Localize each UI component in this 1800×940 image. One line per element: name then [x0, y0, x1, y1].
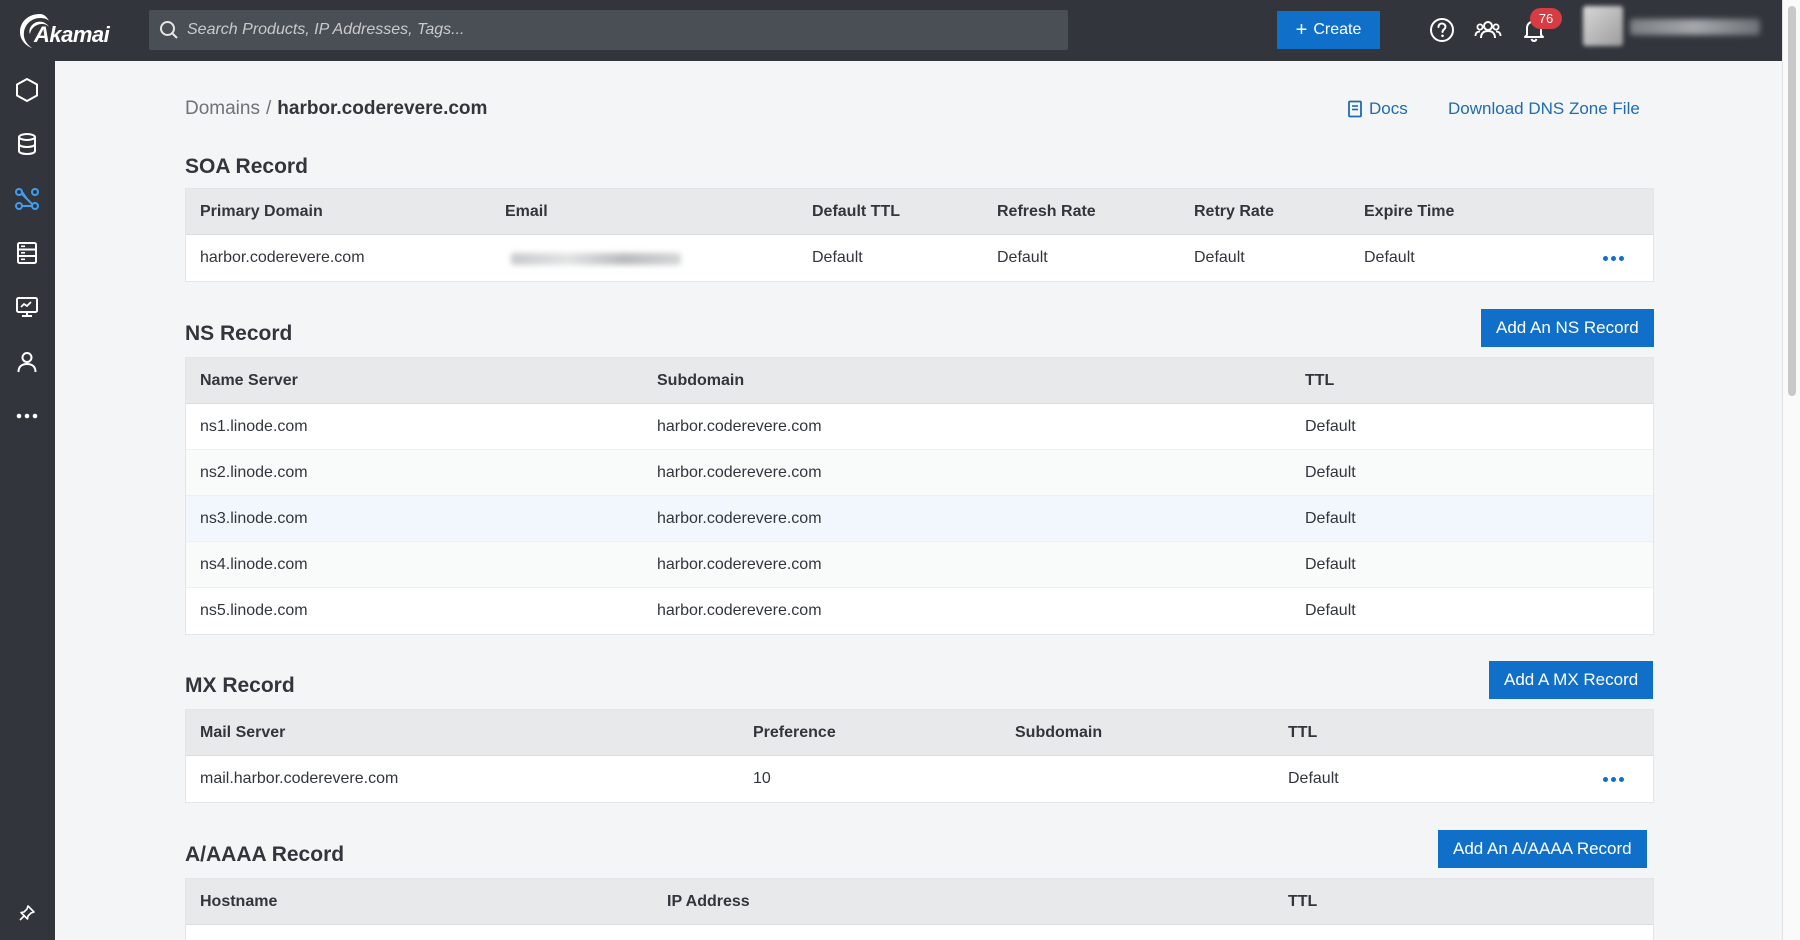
- main-content: Domains / harbor.coderevere.com Docs Dow…: [55, 61, 1782, 940]
- column-header[interactable]: Name Server: [200, 358, 298, 404]
- breadcrumb-separator: /: [265, 98, 272, 119]
- pin-icon[interactable]: [12, 898, 42, 928]
- book-icon: [1348, 100, 1362, 118]
- docs-label: Docs: [1369, 99, 1408, 118]
- subdomain-cell: harbor.coderevere.com: [657, 602, 822, 619]
- monitor-icon[interactable]: [12, 292, 42, 322]
- akamai-logo[interactable]: Akamai: [16, 10, 116, 50]
- preference-cell: 10: [753, 770, 771, 787]
- scrollbar-thumb[interactable]: [1788, 6, 1796, 396]
- download-dns-zone-link[interactable]: Download DNS Zone File: [1448, 99, 1640, 119]
- avatar[interactable]: [1583, 6, 1623, 46]
- breadcrumb-domains-link[interactable]: Domains: [185, 98, 260, 120]
- column-header[interactable]: Default TTL: [812, 189, 900, 235]
- column-header[interactable]: Mail Server: [200, 710, 285, 756]
- table-row: [186, 925, 1653, 940]
- add-ns-record-button[interactable]: Add An NS Record: [1481, 309, 1654, 347]
- name-server-cell: ns3.linode.com: [200, 510, 308, 527]
- column-header[interactable]: Retry Rate: [1194, 189, 1274, 235]
- server-icon[interactable]: [12, 238, 42, 268]
- table-row: ns1.linode.com harbor.coderevere.com Def…: [186, 404, 1653, 450]
- row-actions-menu-icon[interactable]: [1599, 756, 1627, 802]
- mx-section-title: MX Record: [185, 674, 295, 697]
- notification-badge: 76: [1530, 8, 1562, 29]
- table-row: mail.harbor.coderevere.com 10 Default: [186, 756, 1653, 802]
- default-ttl-cell: Default: [812, 249, 863, 266]
- table-header: Mail Server Preference Subdomain TTL: [186, 710, 1653, 756]
- a-aaaa-section-title: A/AAAA Record: [185, 843, 345, 866]
- table-row: ns3.linode.com harbor.coderevere.com Def…: [186, 496, 1653, 542]
- create-button[interactable]: + Create: [1277, 11, 1380, 49]
- add-mx-record-button[interactable]: Add A MX Record: [1489, 661, 1654, 699]
- search-icon: [160, 21, 178, 39]
- primary-domain-cell: harbor.coderevere.com: [200, 249, 365, 266]
- ttl-cell: Default: [1305, 556, 1356, 573]
- plus-icon: +: [1295, 19, 1308, 41]
- more-icon[interactable]: [12, 401, 42, 431]
- hexagon-icon[interactable]: [12, 75, 42, 105]
- column-header[interactable]: TTL: [1288, 879, 1317, 925]
- mail-server-cell: mail.harbor.coderevere.com: [200, 770, 399, 787]
- user-icon[interactable]: [12, 347, 42, 377]
- breadcrumb: Domains / harbor.coderevere.com: [185, 98, 487, 120]
- network-icon[interactable]: [12, 184, 42, 214]
- table-row: ns5.linode.com harbor.coderevere.com Def…: [186, 588, 1653, 634]
- table-row: harbor.coderevere.com Default Default De…: [186, 235, 1653, 281]
- top-bar: Akamai + Create 76: [0, 0, 1782, 61]
- left-nav: [0, 61, 55, 940]
- community-icon[interactable]: [1474, 16, 1502, 44]
- user-menu[interactable]: [1630, 19, 1760, 35]
- ttl-cell: Default: [1305, 602, 1356, 619]
- docs-link[interactable]: Docs: [1347, 99, 1408, 119]
- column-header[interactable]: Email: [505, 189, 548, 235]
- name-server-cell: ns5.linode.com: [200, 602, 308, 619]
- table-header: Primary Domain Email Default TTL Refresh…: [186, 189, 1653, 235]
- table-row: ns4.linode.com harbor.coderevere.com Def…: [186, 542, 1653, 588]
- table-header: Name Server Subdomain TTL: [186, 358, 1653, 404]
- search-input[interactable]: [187, 10, 1047, 50]
- name-server-cell: ns2.linode.com: [200, 464, 308, 481]
- a-aaaa-table: Hostname IP Address TTL: [185, 878, 1654, 940]
- column-header[interactable]: IP Address: [667, 879, 750, 925]
- page-scrollbar[interactable]: [1782, 0, 1800, 940]
- column-header[interactable]: Subdomain: [657, 358, 744, 404]
- refresh-rate-cell: Default: [997, 249, 1048, 266]
- name-server-cell: ns1.linode.com: [200, 418, 308, 435]
- ttl-cell: Default: [1305, 464, 1356, 481]
- soa-table: Primary Domain Email Default TTL Refresh…: [185, 188, 1654, 282]
- column-header[interactable]: Preference: [753, 710, 836, 756]
- table-header: Hostname IP Address TTL: [186, 879, 1653, 925]
- expire-time-cell: Default: [1364, 249, 1415, 266]
- row-actions-menu-icon[interactable]: [1599, 235, 1627, 281]
- soa-section-title: SOA Record: [185, 155, 308, 178]
- search-bar[interactable]: [149, 10, 1068, 50]
- column-header[interactable]: Hostname: [200, 879, 277, 925]
- database-icon[interactable]: [12, 129, 42, 159]
- column-header[interactable]: Primary Domain: [200, 189, 323, 235]
- help-icon[interactable]: [1428, 16, 1456, 44]
- page-title: harbor.coderevere.com: [277, 98, 488, 119]
- subdomain-cell: harbor.coderevere.com: [657, 418, 822, 435]
- retry-rate-cell: Default: [1194, 249, 1245, 266]
- brand-name: Akamai: [34, 22, 110, 47]
- ttl-cell: Default: [1305, 418, 1356, 435]
- column-header[interactable]: TTL: [1288, 710, 1317, 756]
- column-header[interactable]: Expire Time: [1364, 189, 1454, 235]
- column-header[interactable]: Refresh Rate: [997, 189, 1096, 235]
- email-cell-redacted: [503, 235, 689, 281]
- ns-section-title: NS Record: [185, 322, 293, 345]
- mx-table: Mail Server Preference Subdomain TTL mai…: [185, 709, 1654, 803]
- column-header[interactable]: Subdomain: [1015, 710, 1102, 756]
- column-header[interactable]: TTL: [1305, 358, 1334, 404]
- table-row: ns2.linode.com harbor.coderevere.com Def…: [186, 450, 1653, 496]
- subdomain-cell: harbor.coderevere.com: [657, 556, 822, 573]
- ttl-cell: Default: [1305, 510, 1356, 527]
- subdomain-cell: harbor.coderevere.com: [657, 510, 822, 527]
- add-a-aaaa-record-button[interactable]: Add An A/AAAA Record: [1438, 830, 1647, 868]
- ns-table: Name Server Subdomain TTL ns1.linode.com…: [185, 357, 1654, 635]
- subdomain-cell: harbor.coderevere.com: [657, 464, 822, 481]
- create-label: Create: [1313, 21, 1362, 38]
- ttl-cell: Default: [1288, 770, 1339, 787]
- name-server-cell: ns4.linode.com: [200, 556, 308, 573]
